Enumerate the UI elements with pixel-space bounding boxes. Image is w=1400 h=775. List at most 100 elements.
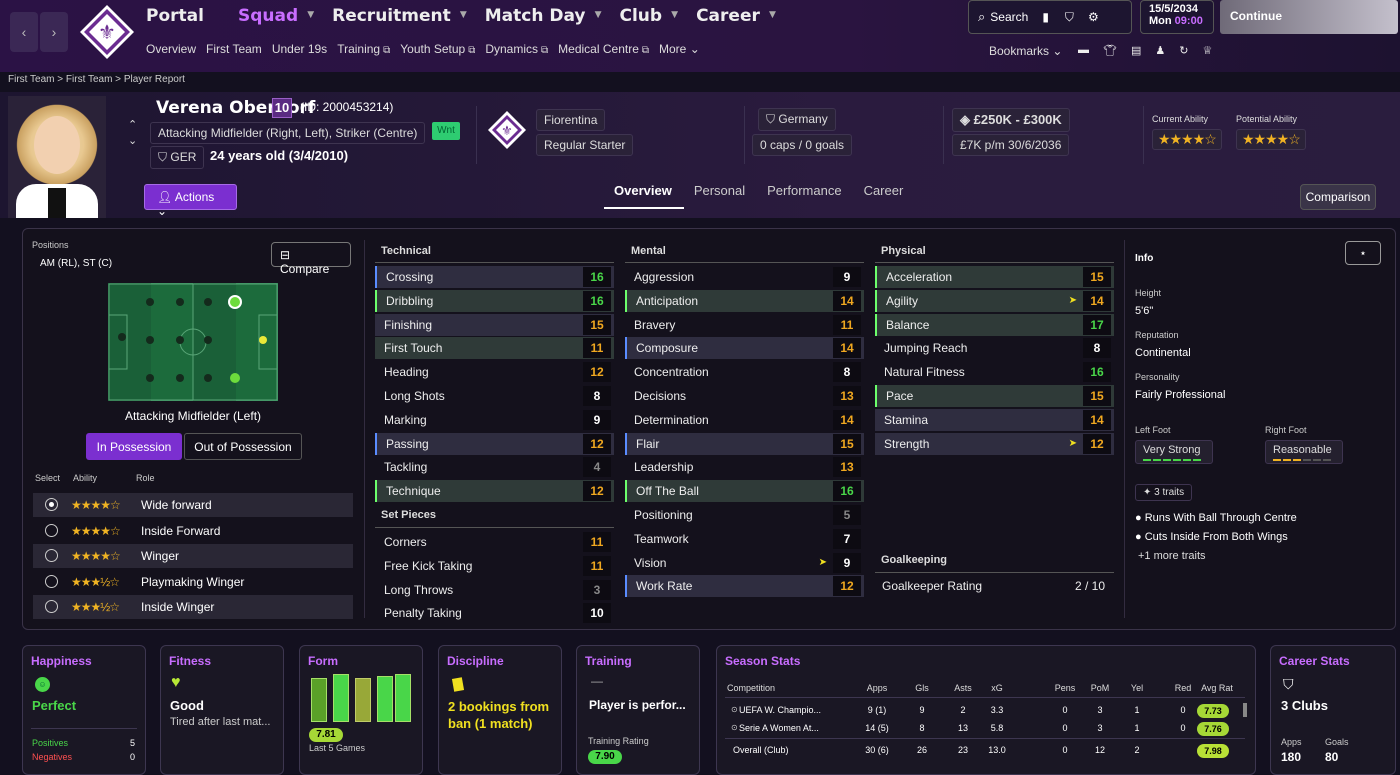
attribute-row[interactable]: Natural Fitness 16: [875, 361, 1114, 383]
subnav-under19[interactable]: Under 19s: [272, 42, 327, 56]
attribute-row[interactable]: Acceleration 15: [875, 266, 1114, 288]
attribute-row[interactable]: Concentration 8: [625, 361, 864, 383]
attribute-row[interactable]: Dribbling 16: [375, 289, 614, 312]
attribute-row[interactable]: Off The Ball 16: [625, 480, 864, 503]
attribute-row[interactable]: Long Throws 3: [375, 579, 614, 601]
attribute-row[interactable]: Pace 15: [875, 385, 1114, 407]
club-badge[interactable]: ⚜: [487, 110, 527, 150]
season-stats-card[interactable]: Season Stats Competition Apps Gls Asts xG Pen…: [716, 645, 1256, 775]
traits-button[interactable]: ✦ 3 traits: [1135, 484, 1193, 501]
attribute-row[interactable]: Tackling 4: [375, 456, 614, 478]
attribute-row[interactable]: Positioning 5: [625, 504, 864, 526]
attribute-row[interactable]: Teamwork 7: [625, 528, 864, 550]
attribute-row[interactable]: Passing 12: [375, 432, 614, 455]
attribute-row[interactable]: Aggression 9: [625, 266, 864, 288]
role-row[interactable]: ★★★½☆ Inside Winger: [33, 595, 353, 619]
shirt-icon[interactable]: 👕︎: [1103, 44, 1117, 57]
attribute-row[interactable]: Anticipation 14: [625, 289, 864, 312]
attribute-row[interactable]: Crossing 16: [375, 266, 614, 288]
attribute-row[interactable]: Composure 14: [625, 337, 864, 360]
back-button[interactable]: ‹: [10, 12, 38, 52]
clipboard-icon[interactable]: ▤: [1131, 44, 1141, 57]
attribute-row[interactable]: First Touch 11: [375, 337, 614, 360]
nav-career[interactable]: Career ▼: [696, 6, 776, 26]
attribute-row[interactable]: Free Kick Taking 11: [375, 555, 614, 577]
nation[interactable]: ⛉ Germany: [758, 108, 836, 131]
refresh-icon[interactable]: ↻: [1179, 44, 1188, 57]
attribute-row[interactable]: Agility ➤ 14: [875, 289, 1114, 312]
bookmarks-dropdown[interactable]: Bookmarks ⌄: [989, 44, 1062, 58]
form-card[interactable]: Form 7.81 Last 5 Games: [299, 645, 423, 775]
info-menu-icon[interactable]: ⋆: [1345, 241, 1381, 265]
attribute-row[interactable]: Vision ➤ 9: [625, 552, 864, 574]
breadcrumb-item[interactable]: First Team: [8, 74, 55, 85]
attribute-row[interactable]: Flair 15: [625, 432, 864, 455]
search-icon[interactable]: ⌕: [978, 9, 985, 25]
club-name[interactable]: Fiorentina: [536, 109, 606, 131]
compare-button[interactable]: ⊟ Compare: [271, 242, 351, 276]
role-radio[interactable]: [45, 574, 58, 588]
attribute-row[interactable]: Finishing 15: [375, 313, 614, 336]
role-radio[interactable]: [45, 523, 58, 537]
tab-career[interactable]: Career: [864, 183, 904, 198]
nav-match-day[interactable]: Match Day ▼: [485, 6, 602, 26]
nav-recruitment[interactable]: Recruitment ▼: [332, 6, 467, 26]
tactics-icon[interactable]: ♟: [1155, 44, 1165, 57]
date-display[interactable]: 15/5/2034 Mon 09:00: [1140, 0, 1214, 34]
role-row[interactable]: ★★★★☆ Winger: [33, 544, 353, 568]
attribute-row[interactable]: Leadership 13: [625, 456, 864, 478]
tab-overview[interactable]: Overview: [614, 183, 672, 198]
trophy-icon[interactable]: ♕: [1202, 44, 1212, 57]
attribute-row[interactable]: Jumping Reach 8: [875, 337, 1114, 359]
attribute-row[interactable]: Heading 12: [375, 361, 614, 383]
happiness-card[interactable]: Happiness ☺ Perfect Positives 5 Negative…: [22, 645, 146, 775]
subnav-first-team[interactable]: First Team: [206, 42, 262, 56]
career-stats-card[interactable]: Career Stats ⛉ 3 Clubs Apps 180 Goals 80: [1270, 645, 1396, 775]
attribute-row[interactable]: Long Shots 8: [375, 385, 614, 407]
chat-icon[interactable]: ▬: [1078, 44, 1089, 57]
role-radio[interactable]: [45, 549, 58, 562]
training-card[interactable]: Training — Player is perfor... Training …: [576, 645, 700, 775]
attribute-row[interactable]: Stamina 14: [875, 408, 1114, 431]
nav-squad[interactable]: Squad ▼: [238, 6, 314, 26]
attribute-row[interactable]: Determination 14: [625, 409, 864, 431]
attribute-row[interactable]: Penalty Taking 10: [375, 602, 614, 624]
subnav-medical[interactable]: Medical Centre ⧉: [558, 42, 649, 56]
role-row[interactable]: ★★★★☆ Inside Forward: [33, 519, 353, 543]
bookmark-icon[interactable]: ▮: [1042, 10, 1049, 24]
forward-button[interactable]: ›: [40, 12, 68, 52]
gear-icon[interactable]: ⚙: [1088, 10, 1099, 24]
nav-portal[interactable]: Portal: [146, 6, 204, 26]
in-possession-button[interactable]: In Possession: [86, 433, 182, 460]
attribute-row[interactable]: Work Rate 12: [625, 575, 864, 598]
attribute-row[interactable]: Bravery 11: [625, 314, 864, 336]
attribute-row[interactable]: Corners 11: [375, 531, 614, 553]
role-radio[interactable]: [45, 600, 58, 613]
subnav-dynamics[interactable]: Dynamics ⧉: [485, 42, 548, 56]
fitness-card[interactable]: Fitness ♥ Good Tired after last mat...: [160, 645, 284, 775]
tab-personal[interactable]: Personal: [694, 183, 745, 198]
role-radio[interactable]: [45, 498, 58, 511]
more-traits-link[interactable]: +1 more traits: [1138, 550, 1206, 562]
comparison-button[interactable]: Comparison: [1300, 184, 1376, 210]
attribute-row[interactable]: Balance 17: [875, 313, 1114, 336]
subnav-more[interactable]: More ⌄: [659, 42, 700, 56]
subnav-overview[interactable]: Overview: [146, 42, 196, 56]
actions-button[interactable]: 👤︎ Actions ⌄: [144, 184, 237, 218]
search-button[interactable]: Search: [990, 10, 1028, 24]
shield-icon[interactable]: ⛉: [1065, 10, 1074, 25]
nav-club[interactable]: Club ▼: [620, 6, 679, 26]
attribute-row[interactable]: Marking 9: [375, 409, 614, 431]
role-row[interactable]: ★★★★☆ Wide forward: [33, 493, 353, 517]
discipline-card[interactable]: Discipline 2 bookings from ban (1 match): [438, 645, 562, 775]
prev-player-icon[interactable]: ⌃: [128, 118, 137, 131]
next-player-icon[interactable]: ⌄: [128, 134, 137, 147]
attribute-row[interactable]: Strength ➤ 12: [875, 432, 1114, 455]
subnav-youth[interactable]: Youth Setup ⧉: [400, 42, 475, 56]
tab-performance[interactable]: Performance: [767, 183, 841, 198]
subnav-training[interactable]: Training ⧉: [337, 42, 390, 56]
season-competition[interactable]: Serie A Women At...: [739, 723, 819, 733]
attribute-row[interactable]: Decisions 13: [625, 385, 864, 407]
season-competition[interactable]: UEFA W. Champio...: [739, 705, 821, 715]
role-row[interactable]: ★★★½☆ Playmaking Winger: [33, 570, 353, 594]
